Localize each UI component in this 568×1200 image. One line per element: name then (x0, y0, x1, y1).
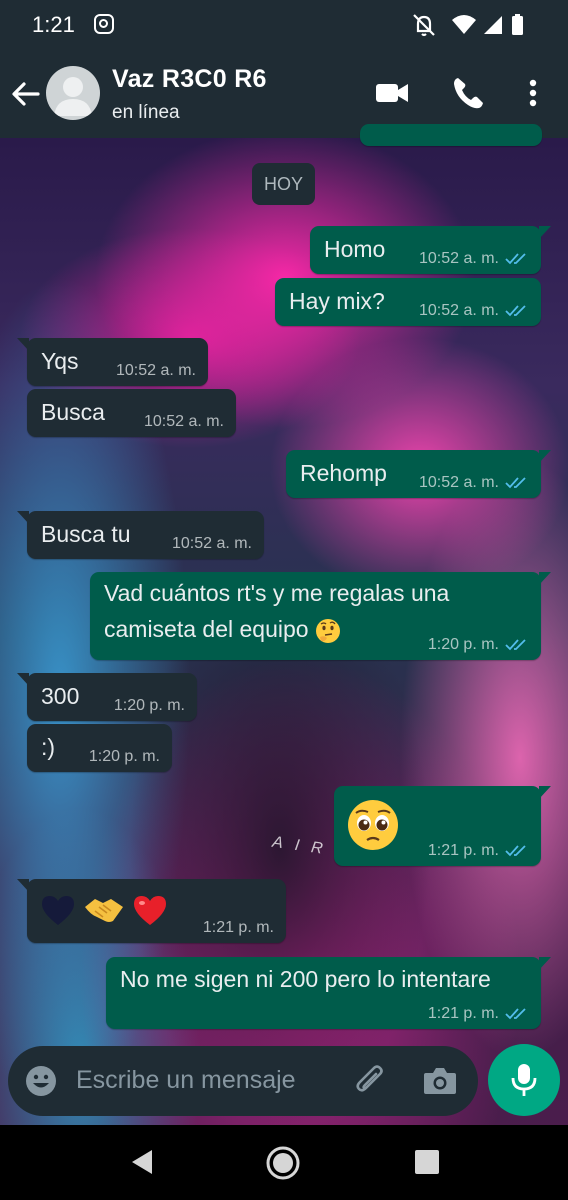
double-check-read-icon (505, 305, 526, 317)
emoji-picker-icon[interactable] (24, 1064, 58, 1098)
message-incoming[interactable]: Busca tu 10:52 a. m. (17, 511, 264, 559)
message-meta: 1:21 p. m. (203, 919, 274, 937)
message-time: 10:52 a. m. (418, 474, 499, 491)
system-status-icons (413, 14, 523, 37)
message-meta: 10:52 a. m. (419, 474, 529, 492)
battery-icon (512, 14, 523, 35)
microphone-icon (511, 1064, 537, 1096)
more-options-icon[interactable] (521, 75, 545, 111)
message-meta: 1:21 p. m. (428, 1005, 529, 1023)
message-incoming[interactable]: :) 1:20 p. m. (27, 724, 172, 772)
voice-call-icon[interactable] (450, 75, 486, 111)
double-check-read-icon (505, 1008, 526, 1020)
double-check-read-icon (505, 639, 526, 651)
message-meta: 1:20 p. m. (428, 636, 529, 654)
message-meta: 10:52 a. m. (419, 302, 529, 320)
camera-icon[interactable] (422, 1064, 458, 1098)
contact-status: en línea (112, 102, 180, 123)
handshake-emoji (85, 899, 123, 922)
message-text: Homo (324, 236, 386, 262)
mute-bell-icon (413, 14, 435, 37)
message-outgoing[interactable]: Hay mix? 10:52 a. m. (275, 278, 541, 326)
date-chip-label: HOY (263, 174, 303, 194)
message-input[interactable]: Escribe un mensaje (76, 1066, 296, 1095)
message-text: Yqs (41, 348, 79, 374)
message-meta: 1:20 p. m. (89, 748, 160, 766)
message-bubble-partial (360, 124, 542, 146)
message-outgoing[interactable]: Vad cuántos rt's y me regalas una camise… (90, 572, 551, 660)
double-check-read-icon (505, 845, 526, 857)
message-text: Rehomp (300, 460, 387, 486)
contact-name[interactable]: Vaz R3C0 R6 (112, 65, 267, 94)
message-time: 10:52 a. m. (143, 413, 224, 430)
status-time: 1:21 (32, 12, 75, 37)
nav-recents-icon[interactable] (414, 1149, 440, 1175)
message-time: 10:52 a. m. (418, 250, 499, 267)
message-time: 10:52 a. m. (171, 535, 252, 552)
message-outgoing[interactable]: 1:21 p. m. (334, 786, 551, 866)
message-time: 10:52 a. m. (115, 362, 196, 379)
date-chip: HOY (252, 163, 315, 205)
message-time: 1:21 p. m. (427, 1005, 499, 1022)
message-time: 1:20 p. m. (88, 748, 160, 765)
message-text: Busca tu (41, 521, 131, 547)
message-meta: 10:52 a. m. (144, 413, 224, 431)
message-text-line2: camiseta del equipo (104, 614, 341, 644)
emoji-group (39, 893, 169, 927)
signal-icon (484, 16, 502, 34)
instagram-notification-icon (94, 14, 114, 34)
video-call-icon[interactable] (374, 75, 410, 111)
message-text: :) (41, 734, 56, 760)
message-time: 1:21 p. m. (427, 842, 499, 859)
double-check-read-icon (505, 477, 526, 489)
message-outgoing[interactable]: Rehomp 10:52 a. m. (286, 450, 551, 498)
message-incoming[interactable]: Busca 10:52 a. m. (27, 389, 236, 437)
message-text: Busca (41, 399, 105, 425)
nav-back-icon[interactable] (128, 1147, 156, 1177)
contact-avatar[interactable] (46, 66, 100, 120)
status-bar: 1:21 (0, 0, 568, 50)
message-text: No me sigen ni 200 pero lo intentare (120, 966, 491, 992)
black-heart-emoji (42, 896, 74, 925)
system-navigation-bar (0, 1125, 568, 1200)
message-outgoing[interactable]: Homo 10:52 a. m. (310, 226, 551, 274)
message-composer[interactable]: Escribe un mensaje (8, 1046, 478, 1116)
message-outgoing[interactable]: No me sigen ni 200 pero lo intentare 1:2… (106, 957, 551, 1029)
message-text: camiseta del equipo (104, 616, 309, 642)
message-meta: 1:20 p. m. (114, 697, 185, 715)
message-incoming[interactable]: Yqs 10:52 a. m. (17, 338, 208, 386)
back-arrow-icon[interactable] (10, 78, 42, 110)
red-heart-emoji (134, 896, 166, 925)
voice-message-button[interactable] (488, 1044, 560, 1116)
message-meta: 1:21 p. m. (428, 842, 529, 860)
message-time: 1:20 p. m. (427, 636, 499, 653)
pleading-face-emoji (348, 800, 398, 850)
nav-home-icon[interactable] (265, 1145, 301, 1181)
double-check-read-icon (505, 253, 526, 265)
message-incoming[interactable]: 300 1:20 p. m. (17, 673, 197, 721)
message-text: Hay mix? (289, 288, 385, 314)
message-time: 1:21 p. m. (202, 919, 274, 936)
wifi-icon (452, 15, 476, 34)
default-avatar-icon (54, 77, 92, 116)
thinking-face-emoji (315, 618, 340, 643)
message-text-line1: Vad cuántos rt's y me regalas una (104, 580, 450, 606)
message-meta: 10:52 a. m. (116, 362, 196, 380)
message-time: 1:20 p. m. (113, 697, 185, 714)
attach-icon[interactable] (352, 1062, 388, 1100)
message-text: 300 (41, 683, 80, 709)
message-incoming[interactable]: 1:21 p. m. (17, 879, 286, 943)
message-time: 10:52 a. m. (418, 302, 499, 319)
message-meta: 10:52 a. m. (419, 250, 529, 268)
message-meta: 10:52 a. m. (172, 535, 252, 553)
